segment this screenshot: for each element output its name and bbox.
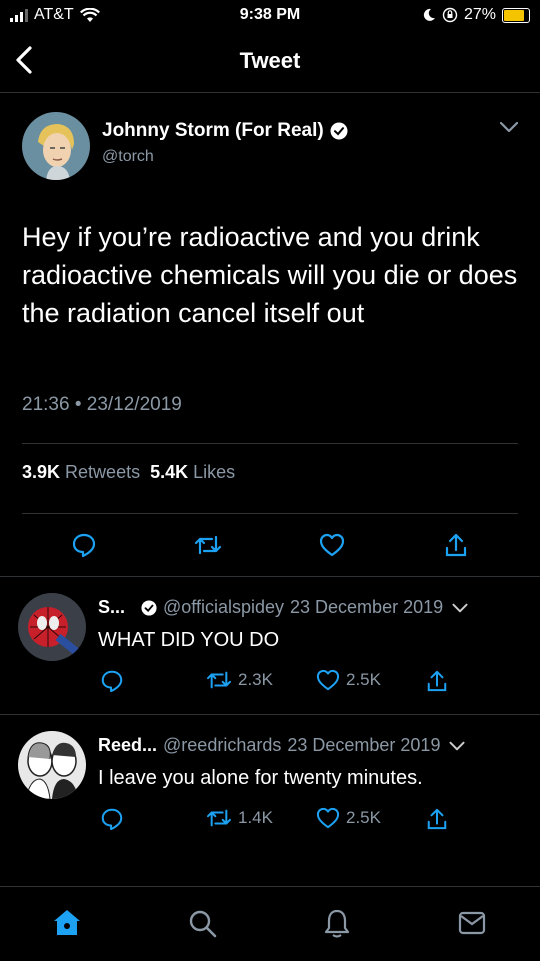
- reply-date: 23 December 2019: [290, 597, 444, 617]
- tab-messages[interactable]: [456, 907, 488, 939]
- tweet-stats: 3.9K Retweets 5.4K Likes: [22, 462, 235, 483]
- reply-text: WHAT DID YOU DO: [98, 629, 280, 651]
- author-name-row: Johnny Storm (For Real): [102, 120, 348, 142]
- like-button[interactable]: 2.5K: [316, 669, 381, 691]
- tweet-author: Johnny Storm (For Real) @torch: [22, 110, 520, 190]
- battery-percent: 27%: [463, 6, 496, 23]
- reply-button[interactable]: [100, 807, 124, 831]
- status-bar: AT&T 9:38 PM 27%: [0, 0, 540, 30]
- reply-button[interactable]: [69, 530, 99, 560]
- messages-icon: [458, 911, 486, 935]
- reply-date: 23 December 2019: [287, 735, 441, 755]
- like-icon: [316, 807, 340, 829]
- verified-icon: [330, 122, 348, 140]
- retweets-label[interactable]: Retweets: [65, 462, 140, 482]
- likes-label[interactable]: Likes: [193, 462, 235, 482]
- reply-header: Reed... @reedrichards 23 December 2019: [98, 735, 520, 756]
- header: Tweet: [0, 30, 540, 93]
- tab-search[interactable]: [186, 907, 218, 939]
- chevron-down-icon[interactable]: [448, 737, 466, 755]
- tweet-menu-button[interactable]: [498, 116, 520, 138]
- reply-button[interactable]: [100, 669, 124, 693]
- tab-home[interactable]: [51, 907, 83, 939]
- home-icon: [54, 910, 80, 935]
- tweet-timestamp: 21:36 • 23/12/2019: [22, 394, 182, 415]
- like-icon: [319, 533, 345, 557]
- reply-handle[interactable]: @officialspidey: [163, 597, 284, 618]
- rotation-lock-icon: [442, 7, 458, 23]
- bottom-tab-bar: [0, 886, 540, 961]
- share-button[interactable]: [426, 669, 448, 693]
- author-handle[interactable]: @torch: [102, 148, 154, 166]
- retweet-icon: [206, 809, 232, 827]
- reply-item[interactable]: Reed... @reedrichards 23 December 2019 I…: [0, 714, 540, 887]
- like-count: 2.5K: [346, 808, 381, 827]
- divider: [22, 443, 518, 444]
- reply-author-name[interactable]: Reed...: [98, 735, 157, 756]
- retweet-button[interactable]: [193, 530, 223, 560]
- author-avatar[interactable]: [22, 112, 90, 180]
- share-icon: [427, 808, 447, 830]
- share-icon: [427, 670, 447, 692]
- search-icon: [189, 910, 217, 938]
- retweet-button[interactable]: 2.3K: [206, 669, 273, 691]
- page-title: Tweet: [239, 48, 301, 73]
- chevron-down-icon: [499, 121, 519, 133]
- reply-author-name[interactable]: S...: [98, 597, 125, 618]
- like-count: 2.5K: [346, 670, 381, 689]
- share-icon: [445, 533, 467, 557]
- reply-item[interactable]: S... @officialspidey 23 December 2019 WH…: [0, 576, 540, 715]
- retweet-count: 2.3K: [238, 670, 273, 689]
- reply-text: I leave you alone for twenty minutes.: [98, 767, 423, 789]
- like-icon: [316, 669, 340, 691]
- reply-header: S... @officialspidey 23 December 2019: [98, 597, 520, 618]
- battery-icon: [502, 7, 530, 23]
- reply-avatar[interactable]: [18, 593, 86, 661]
- author-name[interactable]: Johnny Storm (For Real): [102, 120, 324, 142]
- retweet-count: 1.4K: [238, 808, 273, 827]
- retweet-icon: [194, 535, 222, 555]
- reply-icon: [101, 670, 123, 693]
- reply-actions: 2.3K 2.5K: [98, 669, 518, 693]
- reply-actions: 1.4K 2.5K: [98, 807, 518, 831]
- reply-handle[interactable]: @reedrichards: [163, 735, 281, 756]
- share-button[interactable]: [441, 530, 471, 560]
- divider: [22, 513, 518, 514]
- verified-icon: [141, 599, 157, 616]
- reply-avatar[interactable]: [18, 731, 86, 799]
- retweet-button[interactable]: 1.4K: [206, 807, 273, 829]
- like-button[interactable]: 2.5K: [316, 807, 381, 829]
- retweet-icon: [206, 671, 232, 689]
- tweet-text: Hey if you’re radioactive and you drink …: [22, 222, 518, 328]
- share-button[interactable]: [426, 807, 448, 831]
- notifications-icon: [324, 909, 350, 938]
- retweets-count[interactable]: 3.9K: [22, 462, 60, 482]
- moon-icon: [423, 8, 435, 21]
- reply-icon: [72, 533, 96, 558]
- tweet-actions: [0, 530, 540, 560]
- chevron-down-icon[interactable]: [451, 599, 469, 617]
- tab-notifications[interactable]: [321, 907, 353, 939]
- likes-count[interactable]: 5.4K: [150, 462, 188, 482]
- like-button[interactable]: [317, 530, 347, 560]
- status-right: 27%: [422, 6, 530, 24]
- reply-icon: [101, 808, 123, 831]
